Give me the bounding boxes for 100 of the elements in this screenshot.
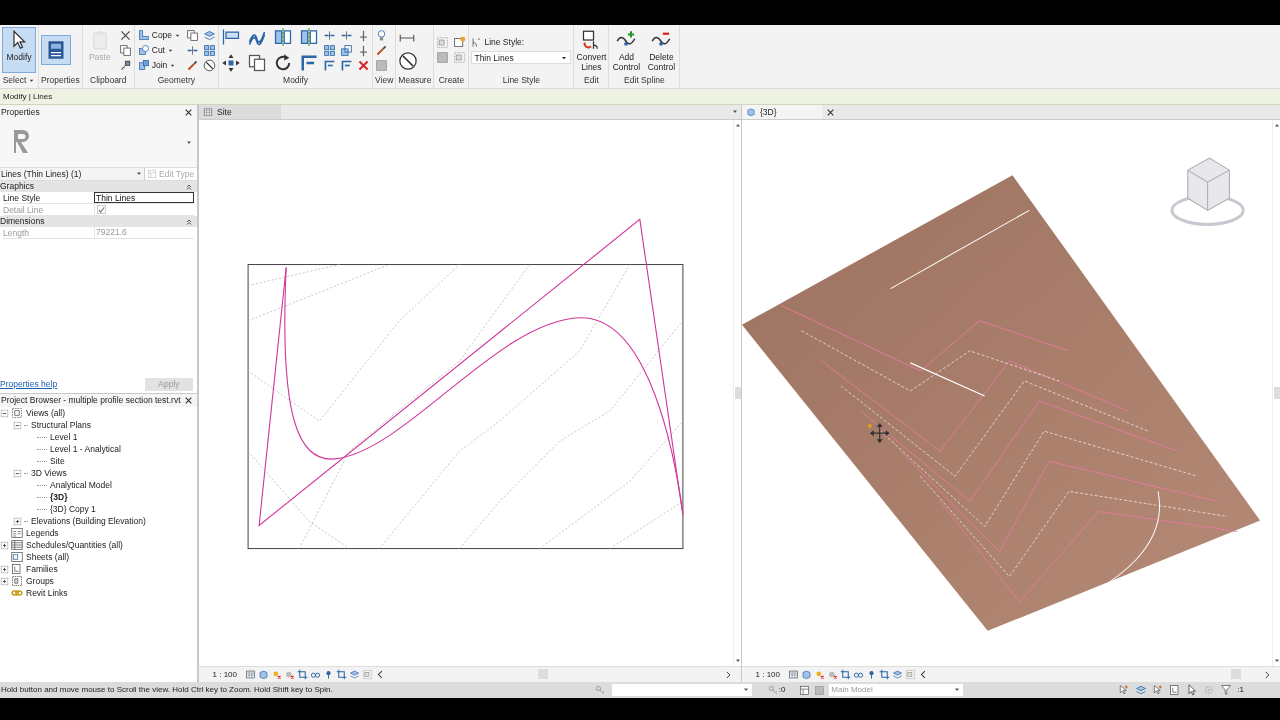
tree-item[interactable]: {3D} Copy 1: [49, 502, 97, 516]
tree-item[interactable]: Schedules/Quantities (all): [25, 538, 124, 552]
document-icon[interactable]: [1169, 684, 1182, 696]
trim-icon[interactable]: [299, 53, 320, 73]
grid-icon[interactable]: [245, 669, 256, 680]
scroll-right-icon[interactable]: [1262, 669, 1272, 680]
tree-item[interactable]: Revit Links: [25, 586, 69, 600]
tree-item[interactable]: {3D}: [49, 490, 69, 504]
tool-button[interactable]: Cut: [136, 42, 183, 58]
beam-icon: [137, 29, 150, 41]
split-icon[interactable]: [186, 43, 200, 57]
collapse-icon[interactable]: [185, 217, 193, 226]
shadow-icon[interactable]: [827, 669, 838, 680]
expand-toggle-icon[interactable]: [0, 576, 9, 586]
split-icon[interactable]: [323, 28, 337, 42]
collapse-toggle-icon[interactable]: [13, 468, 22, 478]
collapse-toggle-icon[interactable]: [13, 420, 22, 430]
copy-icon[interactable]: [118, 43, 132, 57]
scale-label[interactable]: 1 : 100: [742, 668, 788, 681]
measure-icon[interactable]: [398, 51, 419, 71]
layers-icon[interactable]: [203, 28, 217, 42]
properties-button[interactable]: [41, 35, 71, 65]
close-icon[interactable]: [826, 107, 835, 117]
grid-icon[interactable]: [323, 43, 337, 57]
tool-button[interactable]: Modify: [2, 27, 36, 73]
tool-button[interactable]: Delete Control: [645, 27, 678, 73]
tree-item[interactable]: Structural Plans: [30, 418, 92, 432]
cube-icon[interactable]: [258, 669, 269, 680]
paint-brush-icon[interactable]: [186, 58, 200, 72]
tree-item[interactable]: Level 1 - Analytical: [49, 442, 122, 456]
tool-button[interactable]: Join: [136, 57, 183, 73]
crop-icon[interactable]: [297, 669, 308, 680]
tool-button[interactable]: Add Control: [611, 27, 642, 73]
tree-item[interactable]: Views (all): [25, 406, 67, 420]
scissors-icon[interactable]: [118, 28, 132, 42]
glasses-icon[interactable]: [310, 669, 321, 680]
close-icon[interactable]: [184, 396, 193, 405]
component-icon[interactable]: [453, 36, 467, 49]
tree-item[interactable]: Families: [25, 562, 59, 576]
scroll-right-icon[interactable]: [723, 669, 733, 680]
expand-toggle-icon[interactable]: [0, 564, 9, 574]
trim-icon[interactable]: [340, 58, 354, 72]
split-icon[interactable]: [340, 28, 354, 42]
table-icon[interactable]: [799, 684, 811, 696]
property-value[interactable]: Thin Lines: [94, 192, 194, 203]
tool-button[interactable]: Convert Lines: [576, 27, 607, 73]
delete-icon[interactable]: [357, 58, 371, 72]
help-link[interactable]: Properties help: [0, 377, 58, 391]
crop-icon[interactable]: [336, 669, 347, 680]
copy-icon[interactable]: [247, 53, 268, 73]
shadow-icon[interactable]: [284, 669, 295, 680]
layers-icon[interactable]: [349, 669, 360, 680]
crop-icon[interactable]: [879, 669, 890, 680]
panel-label: Modify: [283, 73, 309, 87]
brush-icon[interactable]: [118, 58, 132, 72]
crop-icon[interactable]: [840, 669, 851, 680]
tree-item[interactable]: Sheets (all): [25, 550, 70, 564]
align-icon[interactable]: [221, 27, 242, 47]
glasses-icon[interactable]: [853, 669, 864, 680]
tree-item[interactable]: Groups: [25, 574, 55, 588]
collapse-toggle-icon[interactable]: [0, 408, 9, 418]
mirror-icon[interactable]: [299, 27, 320, 47]
copy-icon[interactable]: [186, 28, 200, 42]
paint-brush-icon[interactable]: [375, 43, 389, 57]
grid-icon[interactable]: [788, 669, 799, 680]
sun-icon[interactable]: [271, 669, 282, 680]
scrollbar-thumb[interactable]: [1273, 387, 1280, 399]
move-icon[interactable]: [221, 53, 242, 73]
expand-toggle-icon[interactable]: [0, 540, 9, 550]
tool-button[interactable]: Cope: [136, 27, 183, 43]
cube-icon[interactable]: [801, 669, 812, 680]
tree-item[interactable]: Level 1: [49, 430, 79, 444]
view-tab[interactable]: {3D}: [742, 105, 822, 119]
scale-icon[interactable]: [340, 43, 354, 57]
collapse-icon[interactable]: [185, 182, 193, 191]
layers-icon[interactable]: [1135, 684, 1148, 696]
tree-item[interactable]: Analytical Model: [49, 478, 113, 492]
type-selector[interactable]: Lines (Thin Lines) (1): [0, 168, 145, 180]
filter-count: :1: [1237, 684, 1244, 696]
group-title: Dimensions: [0, 215, 45, 228]
line-style-dropdown[interactable]: Thin Lines: [471, 51, 572, 65]
scale-label[interactable]: 1 : 100: [199, 668, 245, 681]
tree-item[interactable]: 3D Views: [30, 466, 68, 480]
scrollbar-thumb[interactable]: [734, 387, 741, 399]
tree-item[interactable]: Site: [49, 454, 66, 468]
panel-title: Project Browser - multiple profile section test.rvt: [1, 394, 181, 407]
trim-icon[interactable]: [323, 58, 337, 72]
sun-icon[interactable]: [814, 669, 825, 680]
tree-item[interactable]: Elevations (Building Elevation): [30, 514, 147, 528]
expand-toggle-icon[interactable]: [13, 516, 22, 526]
close-icon[interactable]: [184, 107, 193, 117]
group-title: Graphics: [0, 180, 34, 193]
view-tab[interactable]: Site: [199, 105, 281, 119]
layers-icon[interactable]: [892, 669, 903, 680]
tree-item[interactable]: Legends: [25, 526, 60, 540]
property-value: 79221.6: [94, 227, 194, 238]
filter-icon[interactable]: [1220, 684, 1233, 696]
pointer-icon[interactable]: [1186, 684, 1199, 696]
mirror-icon[interactable]: [273, 27, 294, 47]
grid-icon[interactable]: [203, 43, 217, 57]
